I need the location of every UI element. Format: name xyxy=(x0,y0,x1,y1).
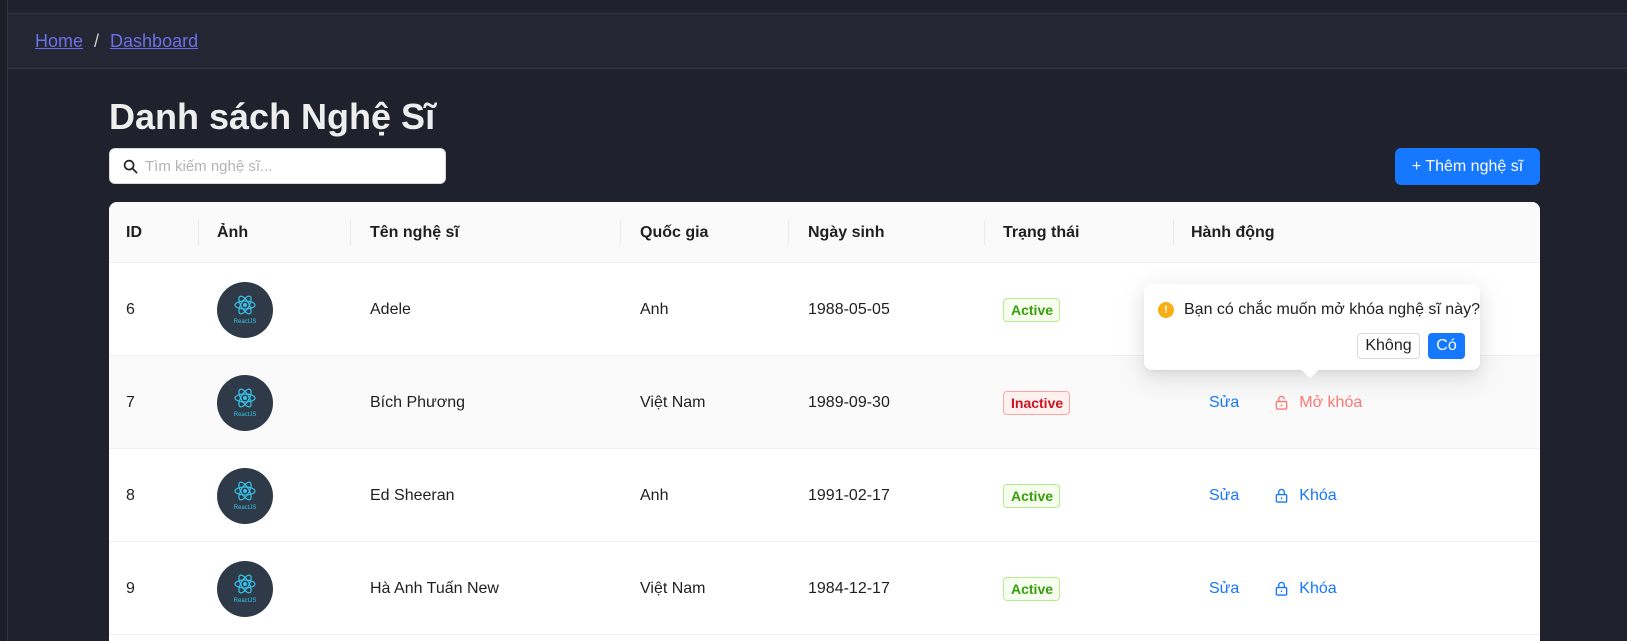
avatar-text: ReactJS xyxy=(234,412,257,418)
avatar-text: ReactJS xyxy=(234,319,257,325)
lock-link[interactable]: Khóa xyxy=(1274,579,1337,598)
cell-avatar: ReactJS xyxy=(217,263,273,356)
column-divider xyxy=(198,220,199,245)
lock-icon xyxy=(1275,488,1288,503)
status-badge: Active xyxy=(1003,297,1061,322)
artists-table: ID Ảnh Tên nghệ sĩ Quốc gia Ngày sinh Tr… xyxy=(109,202,1540,641)
cell-id: 6 xyxy=(126,300,135,318)
cell-actions: Sửa Khóa xyxy=(1209,449,1337,542)
column-header-name[interactable]: Tên nghệ sĩ xyxy=(370,202,459,263)
table-row: 9 ReactJS Hà Anh Tuấn New Việt Nam 1984-… xyxy=(109,542,1540,635)
avatar-text: ReactJS xyxy=(234,505,257,511)
avatar: ReactJS xyxy=(217,560,273,617)
cell-name: Bích Phương xyxy=(370,393,466,411)
popconfirm-message: ! Bạn có chắc muốn mở khóa nghệ sĩ này? xyxy=(1158,301,1480,319)
cell-status: Active xyxy=(1003,263,1061,356)
cell-avatar: ReactJS xyxy=(217,542,273,635)
top-bar xyxy=(0,0,1627,14)
column-header-country[interactable]: Quốc gia xyxy=(640,202,708,263)
column-divider xyxy=(1173,220,1174,245)
react-logo-icon: ReactJS xyxy=(234,574,257,604)
cell-birth: 1989-09-30 xyxy=(808,393,890,411)
cell-birth: 1984-12-17 xyxy=(808,579,890,597)
breadcrumb-home-link[interactable]: Home xyxy=(35,31,83,52)
avatar-text: ReactJS xyxy=(234,598,257,604)
avatar: ReactJS xyxy=(217,281,273,338)
cell-avatar: ReactJS xyxy=(217,449,273,542)
search-icon xyxy=(123,159,138,173)
status-badge: Inactive xyxy=(1003,390,1071,415)
cell-country: Anh xyxy=(640,486,669,504)
lock-label: Khóa xyxy=(1299,486,1337,504)
column-divider xyxy=(620,220,621,245)
react-logo-icon: ReactJS xyxy=(234,481,257,511)
column-divider xyxy=(788,220,789,245)
column-header-id[interactable]: ID xyxy=(126,202,142,263)
unlock-label: Mở khóa xyxy=(1299,393,1363,411)
cell-country: Việt Nam xyxy=(640,579,706,597)
lock-link[interactable]: Khóa xyxy=(1274,486,1337,505)
table-header: ID Ảnh Tên nghệ sĩ Quốc gia Ngày sinh Tr… xyxy=(109,202,1540,263)
cell-name: Ed Sheeran xyxy=(370,486,455,504)
status-badge: Active xyxy=(1003,483,1061,508)
column-header-photo[interactable]: Ảnh xyxy=(217,202,248,263)
page-title: Danh sách Nghệ Sĩ xyxy=(109,96,436,137)
avatar: ReactJS xyxy=(217,374,273,431)
cell-status: Active xyxy=(1003,449,1061,542)
cell-status: Inactive xyxy=(1003,356,1071,449)
lock-label: Khóa xyxy=(1299,579,1337,597)
unlock-popconfirm: ! Bạn có chắc muốn mở khóa nghệ sĩ này? … xyxy=(1144,284,1480,379)
edit-link[interactable]: Sửa xyxy=(1209,394,1239,412)
add-artist-button[interactable]: + Thêm nghệ sĩ xyxy=(1395,148,1540,185)
column-divider xyxy=(984,220,985,245)
avatar: ReactJS xyxy=(217,467,273,524)
column-header-birth[interactable]: Ngày sinh xyxy=(808,202,884,263)
cell-country: Anh xyxy=(640,300,669,318)
popconfirm-cancel-button[interactable]: Không xyxy=(1357,333,1420,359)
status-badge: Active xyxy=(1003,576,1061,601)
breadcrumb: Home / Dashboard xyxy=(8,14,1627,69)
column-header-actions: Hành động xyxy=(1191,223,1275,241)
lock-icon xyxy=(1275,581,1288,596)
cell-birth: 1988-05-05 xyxy=(808,300,890,318)
warning-icon: ! xyxy=(1158,302,1174,318)
breadcrumb-separator: / xyxy=(94,30,100,51)
unlock-link[interactable]: Mở khóa xyxy=(1274,394,1362,412)
cell-actions: Sửa Khóa xyxy=(1209,542,1337,635)
breadcrumb-dashboard-link[interactable]: Dashboard xyxy=(110,31,198,52)
edit-link[interactable]: Sửa xyxy=(1209,487,1239,505)
cell-id: 7 xyxy=(126,393,135,411)
cell-avatar: ReactJS xyxy=(217,356,273,449)
column-header-status[interactable]: Trạng thái xyxy=(1003,202,1079,263)
cell-id: 9 xyxy=(126,579,135,597)
column-divider xyxy=(350,220,351,245)
search-input[interactable] xyxy=(145,157,435,175)
side-rail xyxy=(0,0,8,641)
popconfirm-text: Bạn có chắc muốn mở khóa nghệ sĩ này? xyxy=(1184,301,1480,318)
react-logo-icon: ReactJS xyxy=(234,388,257,418)
cell-birth: 1991-02-17 xyxy=(808,486,890,504)
unlock-icon xyxy=(1275,395,1288,410)
react-logo-icon: ReactJS xyxy=(234,295,257,325)
cell-status: Active xyxy=(1003,542,1061,635)
cell-country: Việt Nam xyxy=(640,393,706,411)
search-box[interactable] xyxy=(109,148,446,184)
popconfirm-confirm-button[interactable]: Có xyxy=(1428,333,1465,359)
cell-id: 8 xyxy=(126,486,135,504)
table-row: 8 ReactJS Ed Sheeran Anh 1991-02-17 Acti… xyxy=(109,449,1540,542)
cell-name: Adele xyxy=(370,300,411,318)
cell-name: Hà Anh Tuấn New xyxy=(370,579,499,597)
edit-link[interactable]: Sửa xyxy=(1209,580,1239,598)
